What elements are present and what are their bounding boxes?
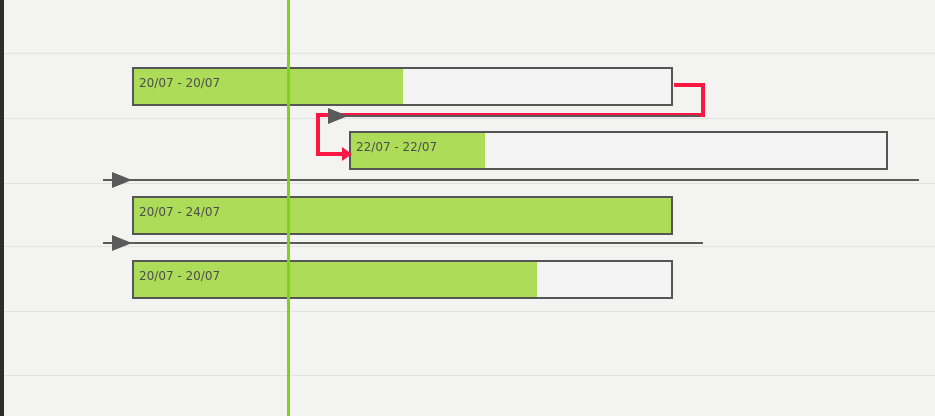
link-arrowhead-icon xyxy=(112,235,132,251)
task-bar-4[interactable]: 20/07 - 20/07 xyxy=(132,260,673,299)
task-label-4: 20/07 - 20/07 xyxy=(139,269,221,283)
row-divider xyxy=(4,311,935,312)
link-arrowhead-icon xyxy=(112,172,132,188)
task-bar-2[interactable]: 22/07 - 22/07 xyxy=(349,131,888,170)
left-panel-edge xyxy=(0,0,4,416)
row-divider xyxy=(4,375,935,376)
row-divider xyxy=(4,246,935,247)
task-label-2: 22/07 - 22/07 xyxy=(356,140,438,154)
today-marker xyxy=(287,0,290,416)
task-label-3: 20/07 - 24/07 xyxy=(139,205,221,219)
task-bar-3[interactable]: 20/07 - 24/07 xyxy=(132,196,673,235)
task-label-1: 20/07 - 20/07 xyxy=(139,76,221,90)
gantt-chart: 20/07 - 20/07 22/07 - 22/07 20/07 - 24/0… xyxy=(0,0,935,416)
row-divider xyxy=(4,118,935,119)
row-divider xyxy=(4,53,935,54)
link-arrowhead-icon xyxy=(328,108,348,124)
task-bar-1[interactable]: 20/07 - 20/07 xyxy=(132,67,673,106)
row-divider xyxy=(4,183,935,184)
